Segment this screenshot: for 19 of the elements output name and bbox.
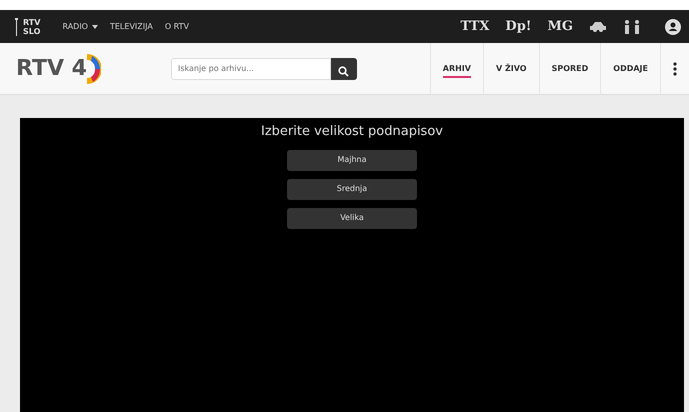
search-icon [338,66,350,77]
dialog-title: Izberite velikost podnapisov [261,123,443,141]
subtitle-size-option[interactable]: Srednja [287,178,417,200]
site-logo[interactable]: RTV SLO [14,18,40,36]
top-nav-link[interactable]: RADIO [56,20,104,32]
user-icon[interactable] [665,18,681,34]
search-field[interactable]: Iskanje po arhivu... [170,58,331,80]
people-icon[interactable] [623,20,641,34]
kebab-menu-icon [673,62,677,76]
subtitle-size-option[interactable]: Velika [287,208,417,228]
top-nav-link[interactable]: TELEVIZIJA [104,20,159,32]
subtitle-size-option[interactable]: Majhna [287,150,417,170]
channel-logo[interactable]: TTX [460,16,490,36]
search-button[interactable] [330,58,357,80]
channel-logo[interactable]: Dp! [505,16,532,36]
channel-logo[interactable]: RTV 4 [16,52,101,86]
top-nav-link[interactable]: O RTV [158,20,195,32]
channel-logo[interactable]: MG [548,16,573,36]
car-icon[interactable] [589,20,607,32]
